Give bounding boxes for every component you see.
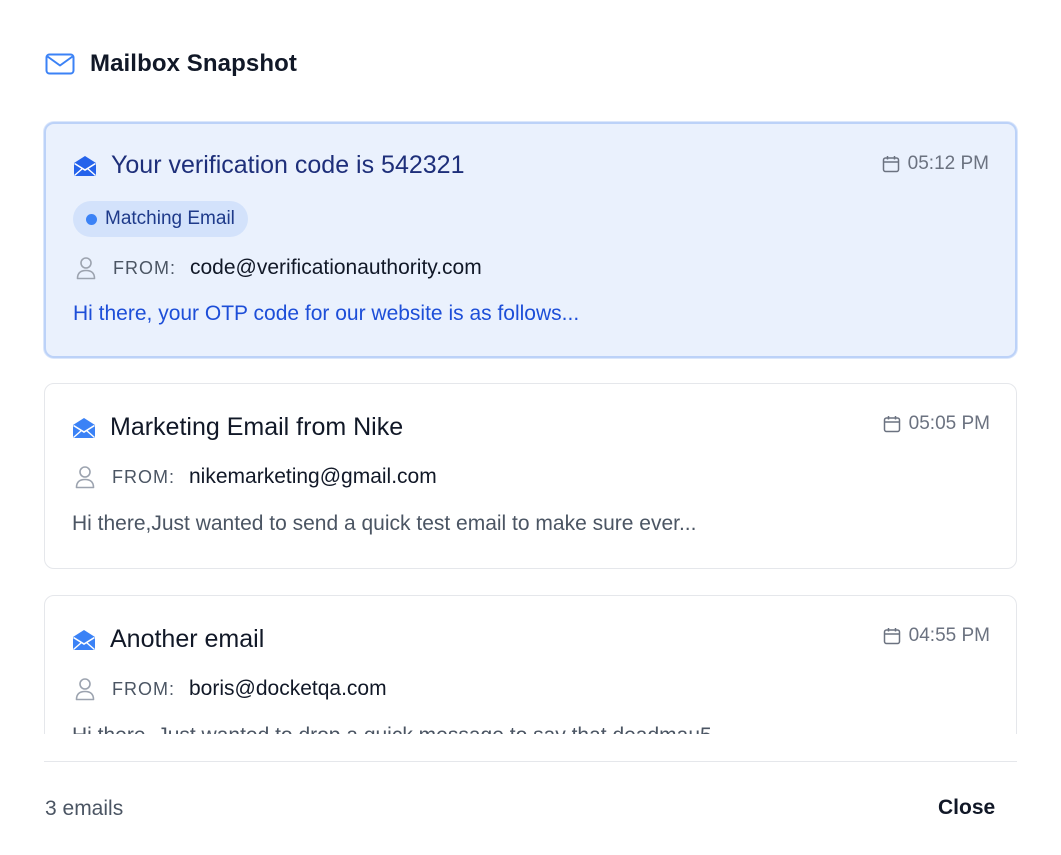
person-icon xyxy=(74,677,96,701)
badge-label: Matching Email xyxy=(105,208,235,229)
dialog-header: Mailbox Snapshot xyxy=(45,48,297,80)
email-from: FROM: code@verificationauthority.com xyxy=(75,256,482,280)
person-icon xyxy=(75,256,97,280)
calendar-icon xyxy=(883,627,901,645)
envelope-icon xyxy=(45,52,75,76)
calendar-icon xyxy=(883,415,901,433)
envelope-open-icon xyxy=(73,155,97,177)
email-card[interactable]: Another email 04:55 PM FROM: boris@docke… xyxy=(44,595,1017,734)
badge-dot xyxy=(86,213,97,225)
email-card[interactable]: Marketing Email from Nike 05:05 PM FROM:… xyxy=(44,383,1017,569)
from-address: boris@docketqa.com xyxy=(189,677,387,700)
matching-badge: Matching Email xyxy=(73,201,248,237)
email-preview: Hi there, your OTP code for our website … xyxy=(73,302,580,325)
calendar-icon xyxy=(882,155,900,173)
email-subject: Marketing Email from Nike xyxy=(110,413,404,441)
close-button[interactable]: Close xyxy=(938,796,995,820)
email-count: 3 emails xyxy=(45,797,124,820)
from-label: FROM: xyxy=(112,466,175,487)
email-subject: Another email xyxy=(110,625,265,653)
email-time: 05:12 PM xyxy=(882,153,989,175)
from-label: FROM: xyxy=(112,678,175,699)
email-time: 04:55 PM xyxy=(883,625,990,647)
from-address: nikemarketing@gmail.com xyxy=(189,465,437,488)
email-preview: Hi there, Just wanted to drop a quick me… xyxy=(72,724,729,734)
email-subject: Your verification code is 542321 xyxy=(111,151,465,179)
email-preview: Hi there,Just wanted to send a quick tes… xyxy=(72,512,697,535)
footer-divider xyxy=(44,761,1017,762)
email-list[interactable]: Your verification code is 542321 05:12 P… xyxy=(42,120,1020,734)
email-time-text: 05:05 PM xyxy=(908,413,990,434)
email-time: 05:05 PM xyxy=(883,413,990,435)
person-icon xyxy=(74,465,96,489)
envelope-open-icon xyxy=(72,417,96,439)
email-time-text: 05:12 PM xyxy=(907,153,989,174)
from-address: code@verificationauthority.com xyxy=(190,256,482,279)
from-label: FROM: xyxy=(113,257,176,278)
envelope-open-icon xyxy=(72,629,96,651)
email-time-text: 04:55 PM xyxy=(908,625,990,646)
dialog-title: Mailbox Snapshot xyxy=(90,50,297,77)
email-card[interactable]: Your verification code is 542321 05:12 P… xyxy=(44,122,1017,358)
email-from: FROM: nikemarketing@gmail.com xyxy=(74,465,437,489)
email-from: FROM: boris@docketqa.com xyxy=(74,677,387,701)
